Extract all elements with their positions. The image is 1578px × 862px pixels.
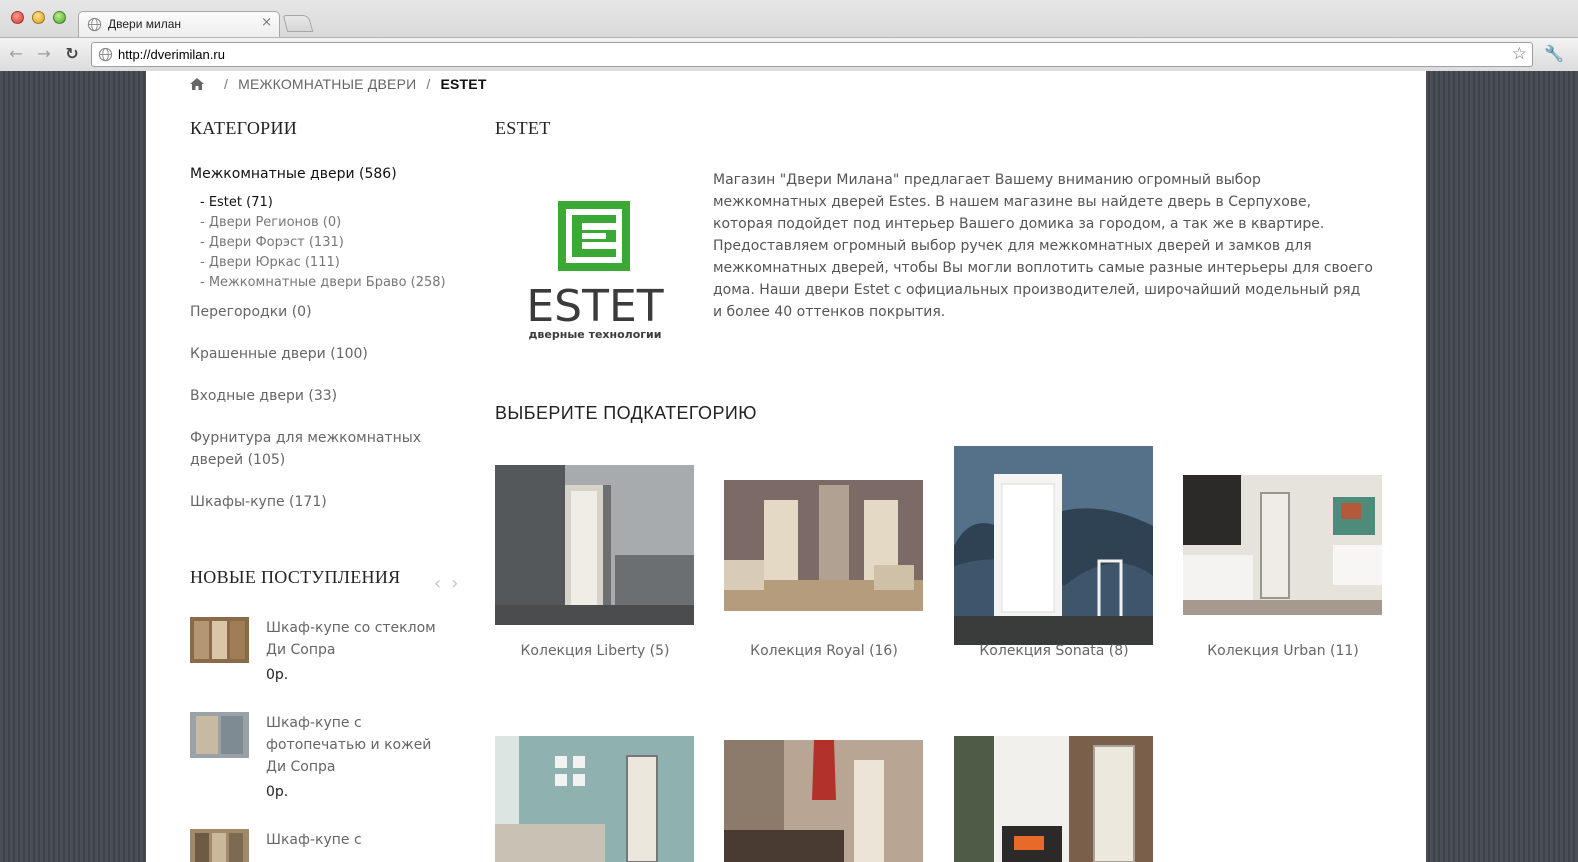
wrench-icon[interactable]: 🔧 <box>1544 44 1564 63</box>
subcategory-heading: ВЫБЕРИТЕ ПОДКАТЕГОРИЮ <box>495 403 757 423</box>
tab-close-icon[interactable]: × <box>261 15 272 30</box>
collection-image[interactable] <box>724 480 923 611</box>
collection-image[interactable] <box>954 446 1153 645</box>
url-text: http://dverimilan.ru <box>118 47 225 62</box>
subcategory-yurkas[interactable]: - Двери Юркас (111) <box>200 253 460 273</box>
new-tab-button[interactable] <box>282 15 314 32</box>
product-price: 0р. <box>266 667 289 683</box>
page-title: ESTET <box>495 118 551 138</box>
browser-toolbar: ← → ↻ http://dverimilan.ru ☆ 🔧 <box>0 37 1578 71</box>
category-wardrobes[interactable]: Шкафы-купе (171) <box>190 491 460 513</box>
minimize-window-button[interactable] <box>32 11 45 24</box>
logo-wordmark: ESTET <box>526 281 663 332</box>
globe-icon <box>98 47 113 62</box>
bookmark-star-icon[interactable]: ☆ <box>1512 44 1527 64</box>
back-arrow-icon[interactable]: ← <box>6 44 26 64</box>
carousel-arrows: ‹› <box>434 573 468 594</box>
product-name[interactable]: Шкаф-купе с <box>266 829 436 851</box>
logo-tagline: дверные технологии <box>529 328 662 341</box>
category-interior-doors[interactable]: Межкомнатные двери (586) <box>190 163 460 185</box>
collection-label[interactable]: Колекция Sonata (8) <box>954 643 1154 659</box>
collection-image[interactable] <box>495 465 694 625</box>
browser-tab[interactable]: Двери милан × <box>78 11 280 37</box>
breadcrumb-link-interior-doors[interactable]: МЕЖКОМНАТНЫЕ ДВЕРИ <box>238 76 416 92</box>
category-entrance-doors[interactable]: Входные двери (33) <box>190 385 460 407</box>
close-window-button[interactable] <box>11 11 24 24</box>
category-partitions[interactable]: Перегородки (0) <box>190 301 460 323</box>
subcategory-bravo[interactable]: - Межкомнатные двери Браво (258) <box>200 273 460 293</box>
estet-logo-image: ESTET дверные технологии <box>526 201 664 341</box>
collection-image[interactable] <box>495 736 694 862</box>
forward-arrow-icon[interactable]: → <box>34 44 54 64</box>
reload-icon[interactable]: ↻ <box>62 44 82 64</box>
breadcrumb-separator: / <box>224 76 229 92</box>
chevron-left-icon[interactable]: ‹ <box>434 573 451 594</box>
category-description: Магазин "Двери Милана" предлагает Вашему… <box>713 172 1373 320</box>
subcategory-regions[interactable]: - Двери Регионов (0) <box>200 213 460 233</box>
globe-icon <box>87 17 102 32</box>
home-icon[interactable] <box>190 78 204 90</box>
page-viewport: / МЕЖКОМНАТНЫЕ ДВЕРИ / ESTET КАТЕГОРИИ М… <box>0 71 1578 862</box>
product-name[interactable]: Шкаф-купе со стеклом Ди Сопра <box>266 617 436 661</box>
subcategory-forest[interactable]: - Двери Форэст (131) <box>200 233 460 253</box>
breadcrumb-separator: / <box>426 76 431 92</box>
collection-image[interactable] <box>724 740 923 862</box>
collection-image[interactable] <box>1183 475 1382 615</box>
collection-label[interactable]: Колекция Urban (11) <box>1183 643 1383 659</box>
collection-label[interactable]: Колекция Royal (16) <box>724 643 924 659</box>
product-name[interactable]: Шкаф-купе с фотопечатью и кожей Ди Сопра <box>266 712 436 778</box>
chevron-right-icon[interactable]: › <box>451 573 468 594</box>
address-bar[interactable]: http://dverimilan.ru ☆ <box>91 42 1533 67</box>
collection-image[interactable] <box>954 736 1153 862</box>
subcategory-estet[interactable]: - Estet (71) <box>200 193 460 213</box>
product-thumbnail[interactable] <box>190 712 249 758</box>
page-content: / МЕЖКОМНАТНЫЕ ДВЕРИ / ESTET КАТЕГОРИИ М… <box>146 71 1426 862</box>
product-thumbnail[interactable] <box>190 829 249 862</box>
product-price: 0р. <box>266 784 289 800</box>
new-arrivals-heading: НОВЫЕ ПОСТУПЛЕНИЯ <box>190 567 401 587</box>
breadcrumb-current: ESTET <box>440 76 487 92</box>
category-painted-doors[interactable]: Крашенные двери (100) <box>190 343 460 365</box>
breadcrumb: / МЕЖКОМНАТНЫЕ ДВЕРИ / ESTET <box>190 76 487 92</box>
categories-heading: КАТЕГОРИИ <box>190 118 298 138</box>
subcategory-list: - Estet (71) - Двери Регионов (0) - Двер… <box>200 193 460 293</box>
tab-title: Двери милан <box>108 17 182 31</box>
zoom-window-button[interactable] <box>53 11 66 24</box>
category-hardware[interactable]: Фурнитура для межкомнатных дверей (105) <box>190 427 430 471</box>
category-list: Межкомнатные двери (586) - Estet (71) - … <box>190 163 460 513</box>
product-thumbnail[interactable] <box>190 617 249 663</box>
collection-label[interactable]: Колекция Liberty (5) <box>495 643 695 659</box>
browser-chrome: Двери милан × ← → ↻ http://dverimilan.ru… <box>0 0 1578 71</box>
brand-logo: ESTET дверные технологии <box>495 181 695 361</box>
